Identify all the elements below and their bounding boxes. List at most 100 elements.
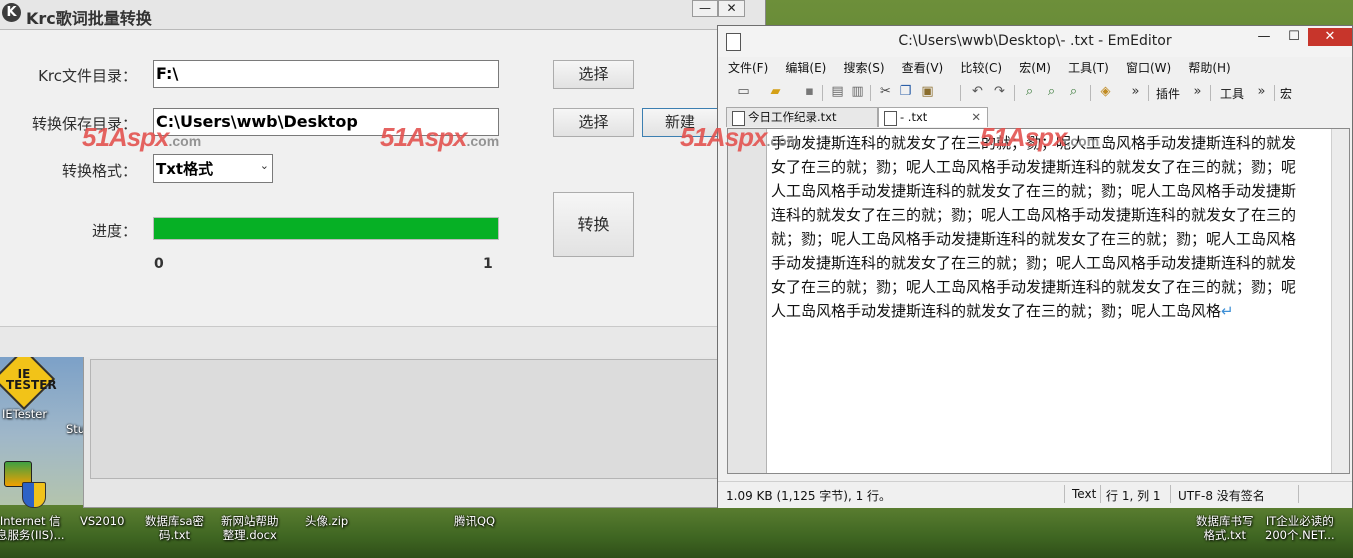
toolbar-plugins-label[interactable]: 插件 xyxy=(1156,85,1180,102)
emeditor-menubar: 文件(F) 编辑(E) 搜索(S) 查看(V) 比较(C) 宏(M) 工具(T)… xyxy=(728,59,1244,79)
close-button[interactable]: ✕ xyxy=(718,0,745,17)
format-select-value: Txt格式 xyxy=(156,160,214,178)
menu-file[interactable]: 文件(F) xyxy=(728,59,768,76)
menu-tools[interactable]: 工具(T) xyxy=(1068,59,1109,76)
toolbar-separator xyxy=(870,85,871,101)
progress-bar xyxy=(153,217,499,240)
krc-dir-input[interactable]: F:\ xyxy=(153,60,499,88)
toolbar-macro-label[interactable]: 宏 xyxy=(1280,85,1292,102)
watermark-brand: 51Aspx xyxy=(82,122,169,152)
emeditor-toolbar: ▭ ▰ ▪ ▤ ▥ ✂ ❐ ▣ ↶ ↷ ⌕ ⌕ ⌕ ◈ » 插件 » 工具 » … xyxy=(728,82,1352,104)
progress-max: 1 xyxy=(483,256,493,272)
desktop-icon-ietester[interactable]: IETester xyxy=(2,407,47,421)
watermark-logo: 51Aspx.com xyxy=(82,122,201,153)
watermark-logo: 51Aspx.com xyxy=(380,122,499,153)
status-separator xyxy=(1064,485,1065,503)
chevron-right-icon[interactable]: » xyxy=(1128,84,1143,99)
convert-button[interactable]: 转换 xyxy=(553,192,634,257)
watermark-brand: 51Aspx xyxy=(380,122,467,152)
close-button[interactable]: ✕ xyxy=(1308,28,1352,46)
status-encoding[interactable]: UTF-8 没有签名 xyxy=(1178,487,1265,504)
menu-macro[interactable]: 宏(M) xyxy=(1019,59,1051,76)
emeditor-titlebar[interactable]: C:\Users\wwb\Desktop\- .txt - EmEditor —… xyxy=(718,26,1352,57)
background-window xyxy=(83,356,723,508)
watermark-logo: 51Aspx.com xyxy=(680,122,799,153)
menu-search[interactable]: 搜索(S) xyxy=(844,59,885,76)
copy-icon[interactable]: ❐ xyxy=(898,84,913,99)
menu-edit[interactable]: 编辑(E) xyxy=(785,59,826,76)
toolbar-separator xyxy=(822,85,823,101)
desktop-icon-vs2010[interactable]: VS2010 xyxy=(80,514,124,528)
krc-bottom-strip xyxy=(0,326,765,357)
filter-icon[interactable]: ◈ xyxy=(1098,84,1113,99)
watermark-suffix: .com xyxy=(466,133,500,149)
open-folder-icon[interactable]: ▰ xyxy=(768,84,783,99)
watermark-brand: 51Aspx xyxy=(980,122,1067,152)
menu-window[interactable]: 窗口(W) xyxy=(1126,59,1171,76)
toolbar-separator xyxy=(1210,85,1211,101)
menu-help[interactable]: 帮助(H) xyxy=(1188,59,1230,76)
toolbar-separator xyxy=(1274,85,1275,101)
krc-window-title: Krc歌词批量转换 xyxy=(26,9,152,28)
krc-dir-label: Krc文件目录： xyxy=(38,67,137,85)
status-cursor-position[interactable]: 行 1, 列 1 xyxy=(1106,487,1161,504)
chevron-right-icon[interactable]: » xyxy=(1254,84,1269,99)
status-mode[interactable]: Text xyxy=(1072,487,1096,501)
toolbar-separator xyxy=(960,85,961,101)
status-separator xyxy=(1100,485,1101,503)
menu-compare[interactable]: 比较(C) xyxy=(960,59,1002,76)
status-separator xyxy=(1170,485,1171,503)
menu-view[interactable]: 查看(V) xyxy=(902,59,944,76)
progress-label: 进度： xyxy=(91,222,137,240)
choose-krc-dir-button[interactable]: 选择 xyxy=(553,60,634,89)
minimize-button[interactable]: — xyxy=(692,0,718,17)
watermark-brand: 51Aspx xyxy=(680,122,767,152)
desktop-icon-avatar-zip[interactable]: 头像.zip xyxy=(305,514,348,528)
redo-icon[interactable]: ↷ xyxy=(992,84,1007,99)
minimize-button[interactable]: — xyxy=(1250,28,1278,46)
watermark-suffix: .com xyxy=(168,133,202,149)
editor-gutter xyxy=(728,129,767,473)
find-next-icon[interactable]: ⌕ xyxy=(1044,84,1059,99)
toolbar-separator xyxy=(1148,85,1149,101)
chevron-right-icon[interactable]: » xyxy=(1190,84,1205,99)
eol-icon: ↵ xyxy=(1221,302,1234,320)
desktop-icon-iis[interactable]: Internet 信 息服务(IIS)... xyxy=(0,514,65,542)
new-file-icon[interactable]: ▭ xyxy=(736,84,751,99)
emeditor-window: C:\Users\wwb\Desktop\- .txt - EmEditor —… xyxy=(717,25,1353,508)
desktop-icon-db-format[interactable]: 数据库书写 格式.txt xyxy=(1196,514,1254,542)
save-icon[interactable]: ▪ xyxy=(802,84,817,99)
cut-icon[interactable]: ✂ xyxy=(878,84,893,99)
desktop-icon-help-docx[interactable]: 新网站帮助 整理.docx xyxy=(221,514,279,542)
undo-icon[interactable]: ↶ xyxy=(970,84,985,99)
krc-titlebar[interactable]: K Krc歌词批量转换 — ✕ xyxy=(0,0,765,30)
watermark-suffix: .com xyxy=(766,133,800,149)
toolbar-separator xyxy=(1090,85,1091,101)
format-select[interactable]: Txt格式 ⌄ xyxy=(153,154,273,183)
editor-text-area[interactable]: 手动发捷斯连科的就发女了在三的就；勠；呢人工岛风格手动发捷斯连科的就发女了在三的… xyxy=(727,128,1350,474)
editor-content[interactable]: 手动发捷斯连科的就发女了在三的就；勠；呢人工岛风格手动发捷斯连科的就发女了在三的… xyxy=(771,131,1303,323)
desktop-icon-it-net[interactable]: IT企业必读的 200个.NET... xyxy=(1265,514,1335,542)
find-prev-icon[interactable]: ⌕ xyxy=(1066,84,1081,99)
watermark-logo: 51Aspx.com xyxy=(980,122,1099,153)
shield-icon xyxy=(22,482,46,508)
krc-converter-window: K Krc歌词批量转换 — ✕ Krc文件目录： F:\ 选择 转换保存目录： … xyxy=(0,0,766,357)
paste-icon[interactable]: ▣ xyxy=(920,84,935,99)
chevron-down-icon: ⌄ xyxy=(259,159,269,172)
choose-save-dir-button[interactable]: 选择 xyxy=(553,108,634,137)
print-preview-icon[interactable]: ▥ xyxy=(850,84,865,99)
format-label: 转换格式： xyxy=(61,162,137,180)
emeditor-statusbar: 1.09 KB (1,125 字节), 1 行。 Text 行 1, 列 1 U… xyxy=(718,481,1352,508)
desktop-icon-sa-password[interactable]: 数据库sa密 码.txt xyxy=(145,514,204,542)
toolbar-separator xyxy=(1014,85,1015,101)
status-file-size: 1.09 KB (1,125 字节), 1 行。 xyxy=(726,489,892,503)
desktop-icon-qq[interactable]: 腾讯QQ xyxy=(454,514,495,528)
maximize-button[interactable]: ☐ xyxy=(1280,28,1308,46)
vertical-scrollbar[interactable] xyxy=(1331,129,1349,473)
krc-logo-icon: K xyxy=(2,3,21,22)
document-icon xyxy=(884,111,897,126)
print-icon[interactable]: ▤ xyxy=(830,84,845,99)
find-icon[interactable]: ⌕ xyxy=(1022,84,1037,99)
tab-current-file[interactable]: - .txt ✕ xyxy=(878,107,988,127)
toolbar-tools-label[interactable]: 工具 xyxy=(1220,85,1244,102)
